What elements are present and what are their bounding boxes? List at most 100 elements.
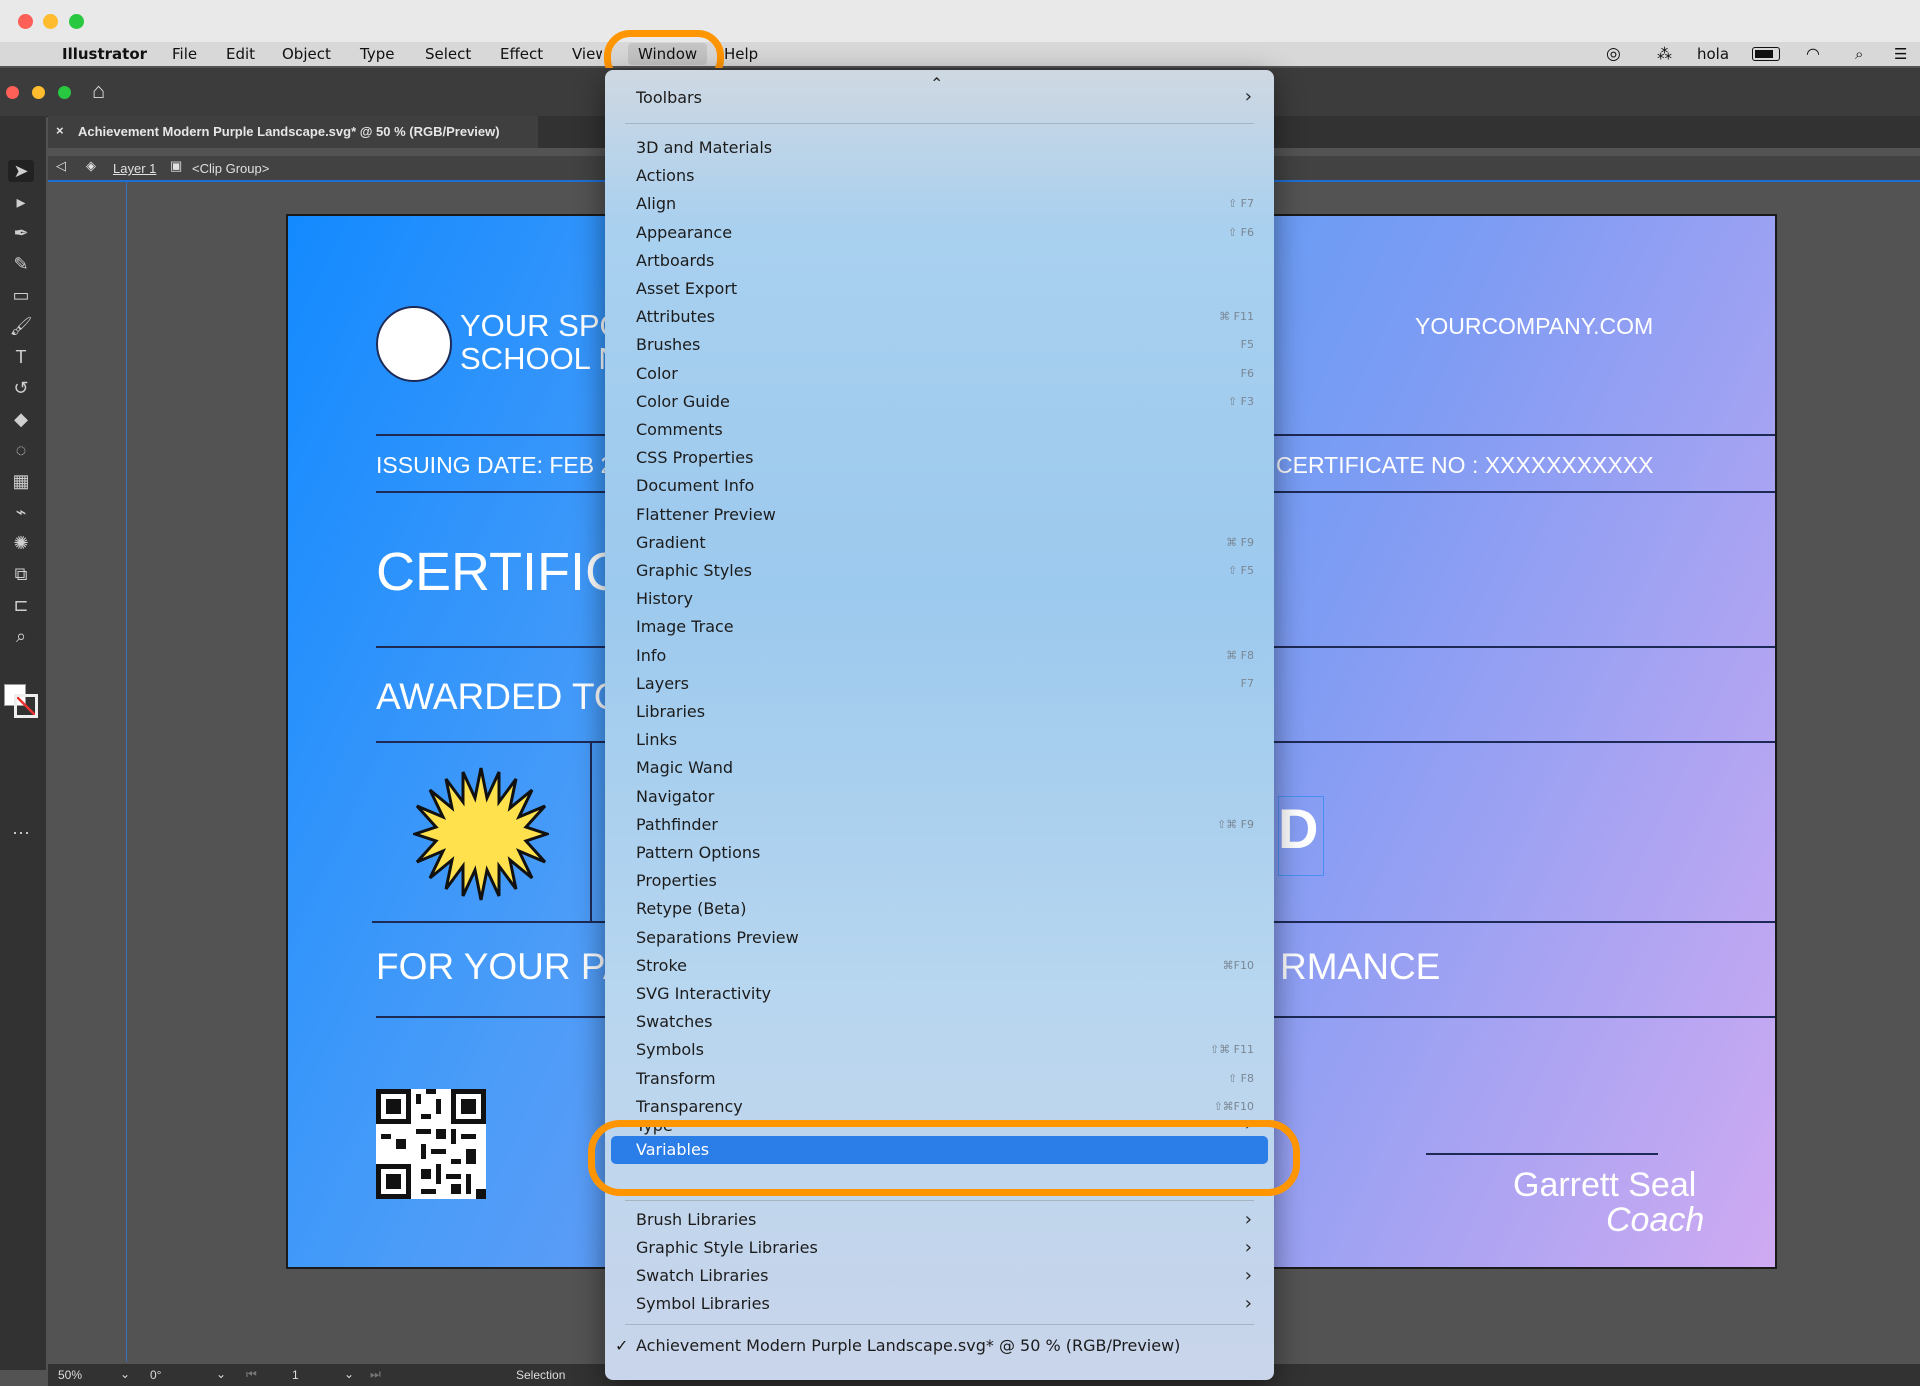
issuing-date: ISSUING DATE: FEB 2 xyxy=(376,452,614,478)
menu-item-symbol-libraries[interactable]: Symbol Libraries › xyxy=(605,1290,1274,1318)
menu-item-pathfinder[interactable]: Pathfinder ⇧⌘ F9 xyxy=(605,811,1274,839)
blend-tool-icon[interactable]: ✺ xyxy=(8,532,34,554)
zoom-tool-icon[interactable]: ⌕ xyxy=(8,625,34,647)
menu-item-document-info[interactable]: Document Info xyxy=(605,472,1274,500)
menu-item-history[interactable]: History xyxy=(605,585,1274,613)
artboard-number[interactable]: 1 xyxy=(292,1368,299,1382)
document-tab[interactable]: × Achievement Modern Purple Landscape.sv… xyxy=(48,116,538,148)
menu-effect[interactable]: Effect xyxy=(500,43,543,65)
type-tool-icon[interactable]: T xyxy=(8,346,34,368)
menu-file[interactable]: File xyxy=(172,43,197,65)
menu-item-libraries[interactable]: Libraries xyxy=(605,698,1274,726)
menu-view[interactable]: View xyxy=(572,43,602,65)
menu-item-stroke[interactable]: Stroke ⌘F10 xyxy=(605,952,1274,980)
menu-item-gradient[interactable]: Gradient ⌘ F9 xyxy=(605,529,1274,557)
zoom-window-button[interactable] xyxy=(69,14,84,29)
menu-item-brushes[interactable]: Brushes F5 xyxy=(605,331,1274,359)
breadcrumb-clip-group[interactable]: <Clip Group> xyxy=(192,161,269,176)
menu-select[interactable]: Select xyxy=(425,43,471,65)
current-tool-label: Selection xyxy=(516,1368,566,1382)
menu-item-swatch-libraries[interactable]: Swatch Libraries › xyxy=(605,1262,1274,1290)
shape-builder-tool-icon[interactable]: ⧉ xyxy=(8,563,34,585)
battery-icon[interactable] xyxy=(1752,43,1780,65)
gradient-tool-icon[interactable]: ▦ xyxy=(8,470,34,492)
menu-item-graphic-styles[interactable]: Graphic Styles ⇧ F5 xyxy=(605,557,1274,585)
wifi-icon[interactable]: ◠ xyxy=(1806,43,1820,65)
menu-item-label: Color xyxy=(636,363,678,383)
menu-item-swatches[interactable]: Swatches xyxy=(605,1008,1274,1036)
lasso-tool-icon[interactable]: ◌ xyxy=(8,439,34,461)
creative-cloud-icon[interactable]: ◎ xyxy=(1606,43,1621,65)
menu-object[interactable]: Object xyxy=(282,43,331,65)
document-tab-title: Achievement Modern Purple Landscape.svg*… xyxy=(78,124,500,139)
menu-item-magic-wand[interactable]: Magic Wand xyxy=(605,754,1274,782)
close-window-button[interactable] xyxy=(18,14,33,29)
zoom-dropdown-icon[interactable]: ⌄ xyxy=(120,1367,130,1381)
menu-item-pattern-options[interactable]: Pattern Options xyxy=(605,839,1274,867)
menu-item-color-guide[interactable]: Color Guide ⇧ F3 xyxy=(605,388,1274,416)
eraser-tool-icon[interactable]: ◆ xyxy=(8,408,34,430)
first-artboard-icon[interactable]: ⏮ xyxy=(246,1367,257,1382)
input-source-label[interactable]: hola xyxy=(1697,43,1729,65)
rotation-value[interactable]: 0° xyxy=(150,1368,161,1382)
menu-item-info[interactable]: Info ⌘ F8 xyxy=(605,642,1274,670)
menu-app-name[interactable]: Illustrator xyxy=(62,43,147,65)
menu-item-retype-beta[interactable]: Retype (Beta) xyxy=(605,895,1274,923)
menu-item-color[interactable]: Color F6 xyxy=(605,360,1274,388)
menu-item-navigator[interactable]: Navigator xyxy=(605,783,1274,811)
menu-item-links[interactable]: Links xyxy=(605,726,1274,754)
selection-tool-icon[interactable]: ➤ xyxy=(8,160,34,182)
menu-item-actions[interactable]: Actions xyxy=(605,162,1274,190)
menu-item-align[interactable]: Align ⇧ F7 xyxy=(605,190,1274,218)
menu-item-flattener-preview[interactable]: Flattener Preview xyxy=(605,501,1274,529)
menu-help[interactable]: Help xyxy=(724,43,758,65)
rotation-dropdown-icon[interactable]: ⌄ xyxy=(216,1367,226,1381)
menu-item-asset-export[interactable]: Asset Export xyxy=(605,275,1274,303)
rotate-tool-icon[interactable]: ↺ xyxy=(8,377,34,399)
menu-item-transform[interactable]: Transform ⇧ F8 xyxy=(605,1065,1274,1093)
search-icon[interactable]: ⌕ xyxy=(1855,43,1863,65)
menu-item-transparency[interactable]: Transparency ⇧⌘F10 xyxy=(605,1093,1274,1121)
menu-item-symbols[interactable]: Symbols ⇧⌘ F11 xyxy=(605,1036,1274,1064)
menu-item-artboards[interactable]: Artboards xyxy=(605,247,1274,275)
menu-item-layers[interactable]: Layers F7 xyxy=(605,670,1274,698)
curvature-tool-icon[interactable]: ✎ xyxy=(8,253,34,275)
back-arrow-icon[interactable]: ◁ xyxy=(56,158,66,174)
direct-selection-tool-icon[interactable]: ▸ xyxy=(8,191,34,213)
menu-edit[interactable]: Edit xyxy=(226,43,255,65)
artboard-dropdown-icon[interactable]: ⌄ xyxy=(344,1367,354,1381)
menu-item-separations-preview[interactable]: Separations Preview xyxy=(605,924,1274,952)
edit-toolbar-icon[interactable]: ⋯ xyxy=(8,822,34,844)
menu-item-label: Libraries xyxy=(636,702,706,721)
control-center-icon[interactable]: ☰ xyxy=(1894,43,1907,65)
pen-tool-icon[interactable]: ✒ xyxy=(8,222,34,244)
close-tab-icon[interactable]: × xyxy=(56,123,64,138)
next-artboard-icon[interactable]: ⏭ xyxy=(370,1367,381,1382)
menu-item-attributes[interactable]: Attributes ⌘ F11 xyxy=(605,303,1274,331)
zoom-level[interactable]: 50% xyxy=(58,1368,82,1382)
home-icon[interactable]: ⌂ xyxy=(92,78,105,104)
menu-item-image-trace[interactable]: Image Trace xyxy=(605,613,1274,641)
rectangle-tool-icon[interactable]: ▭ xyxy=(8,284,34,306)
artboard-tool-icon[interactable]: ⊏ xyxy=(8,594,34,616)
menu-item-open-document[interactable]: ✓ Achievement Modern Purple Landscape.sv… xyxy=(605,1332,1274,1360)
menu-item-toolbars[interactable]: Toolbars › xyxy=(605,88,1274,108)
eyedropper-tool-icon[interactable]: ⌁ xyxy=(8,501,34,523)
app-minimize-button[interactable] xyxy=(32,86,45,99)
app-zoom-button[interactable] xyxy=(58,86,71,99)
menu-item-3d-and-materials[interactable]: 3D and Materials xyxy=(605,134,1274,162)
menu-item-appearance[interactable]: Appearance ⇧ F6 xyxy=(605,219,1274,247)
menu-item-comments[interactable]: Comments xyxy=(605,416,1274,444)
menu-item-properties[interactable]: Properties xyxy=(605,867,1274,895)
dropbox-icon[interactable]: ⁂ xyxy=(1657,43,1672,65)
menu-item-svg-interactivity[interactable]: SVG Interactivity xyxy=(605,980,1274,1008)
menu-item-graphic-style-libraries[interactable]: Graphic Style Libraries › xyxy=(605,1234,1274,1262)
breadcrumb-layer[interactable]: Layer 1 xyxy=(113,161,156,176)
minimize-window-button[interactable] xyxy=(43,14,58,29)
menu-item-css-properties[interactable]: CSS Properties xyxy=(605,444,1274,472)
app-close-button[interactable] xyxy=(6,86,19,99)
stroke-swatch[interactable] xyxy=(14,694,38,718)
paintbrush-tool-icon[interactable]: 🖌 xyxy=(8,315,34,337)
menu-item-brush-libraries[interactable]: Brush Libraries › xyxy=(605,1206,1274,1234)
menu-type[interactable]: Type xyxy=(360,43,394,65)
